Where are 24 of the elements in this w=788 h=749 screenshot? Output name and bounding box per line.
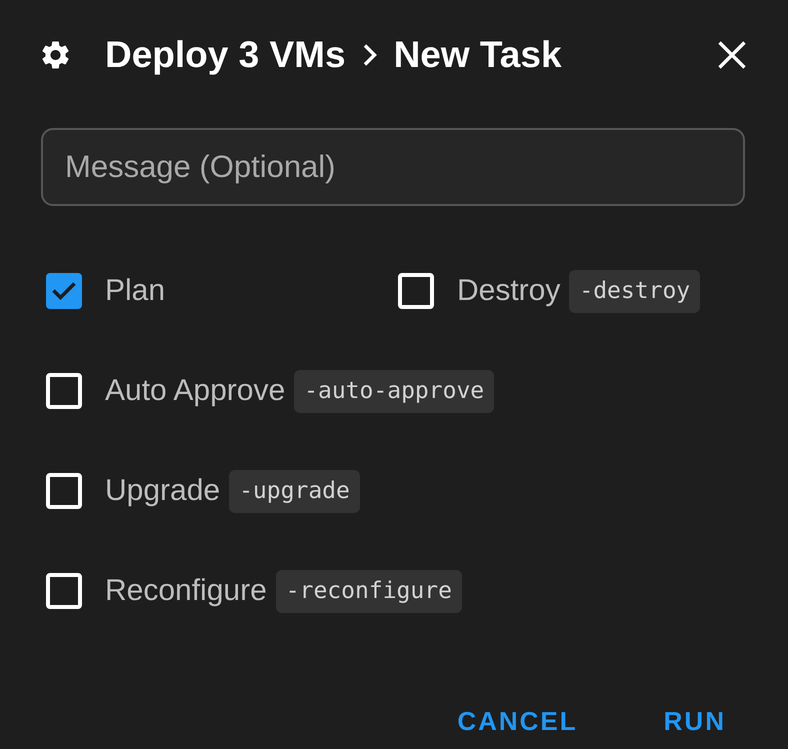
checkbox[interactable]	[398, 273, 434, 309]
settings-icon	[42, 41, 69, 69]
option-label: Destroy	[457, 273, 560, 309]
checkbox[interactable]	[46, 573, 82, 609]
checkbox[interactable]	[46, 273, 82, 309]
dialog-button[interactable]: CANCEL	[447, 699, 588, 743]
message-field[interactable]: Message (Optional)	[41, 128, 745, 206]
command-flag: -reconfigure	[276, 570, 462, 612]
option-label: Auto Approve	[105, 373, 286, 409]
checkmark-icon	[52, 282, 76, 300]
command-flag: -destroy	[569, 270, 700, 312]
command-flag: -auto-approve	[294, 370, 494, 412]
option-label: Reconfigure	[105, 573, 267, 609]
dialog-title: Deploy 3 VMs	[105, 33, 346, 77]
dialog-button[interactable]: RUN	[654, 699, 736, 743]
option-label: Plan	[105, 273, 166, 309]
option-label: Upgrade	[105, 473, 220, 509]
command-flag: -upgrade	[229, 470, 360, 512]
chevron-right-icon	[362, 44, 377, 66]
close-icon	[718, 41, 746, 69]
checkbox[interactable]	[46, 373, 82, 409]
close-button[interactable]	[718, 41, 746, 69]
checkbox[interactable]	[46, 473, 82, 509]
dialog-title: New Task	[394, 33, 562, 77]
